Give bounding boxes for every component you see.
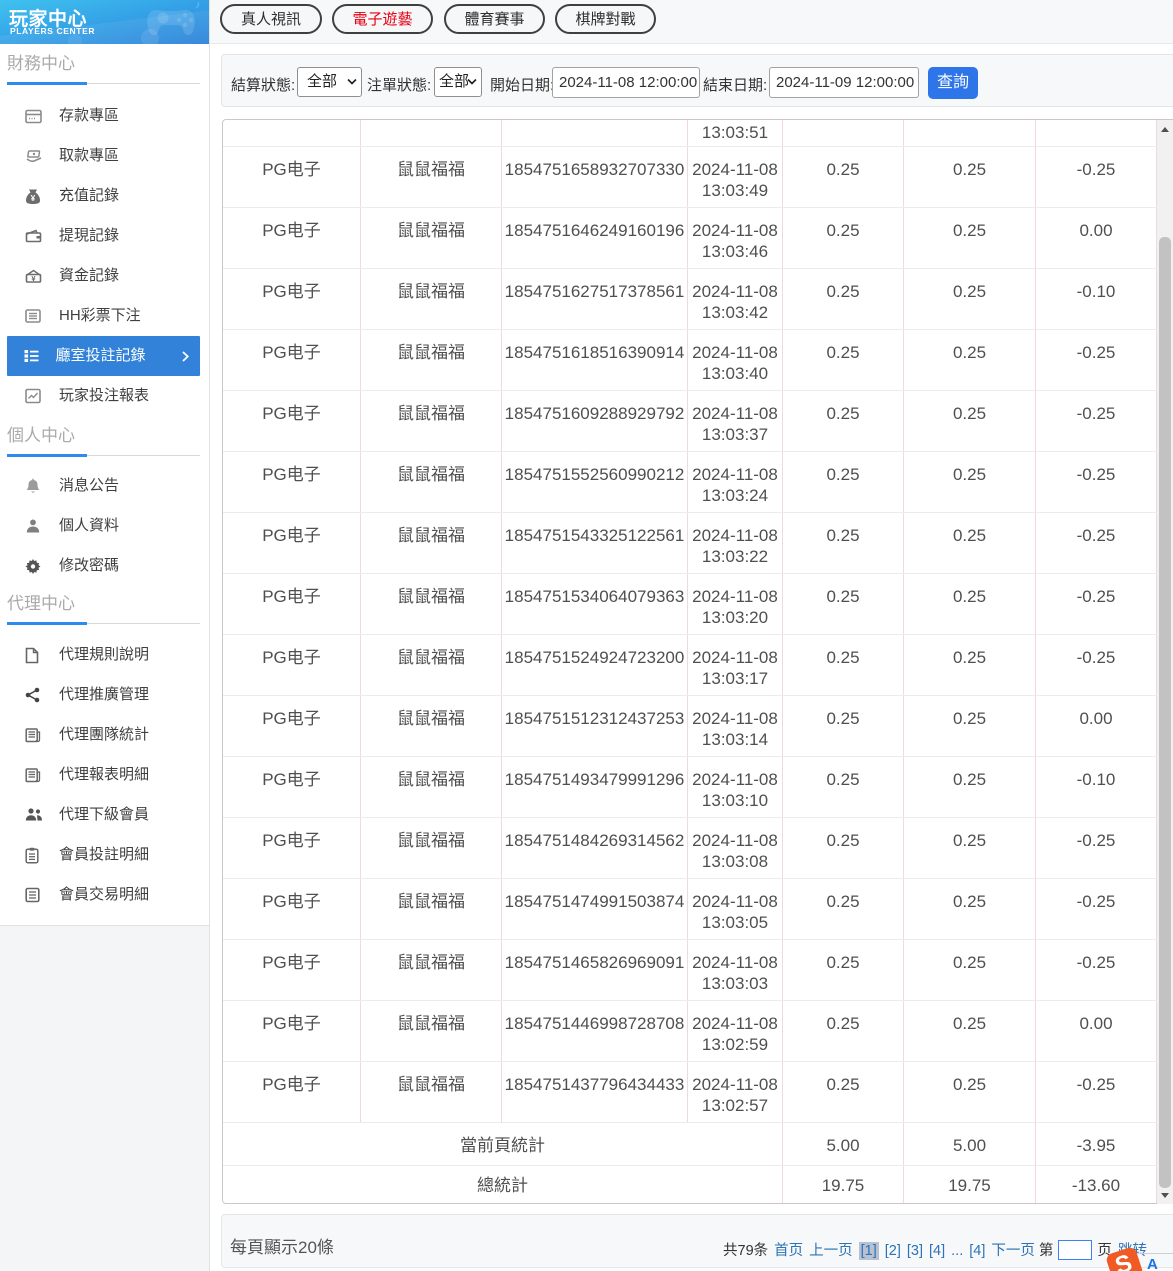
- svg-text:¥: ¥: [31, 194, 36, 203]
